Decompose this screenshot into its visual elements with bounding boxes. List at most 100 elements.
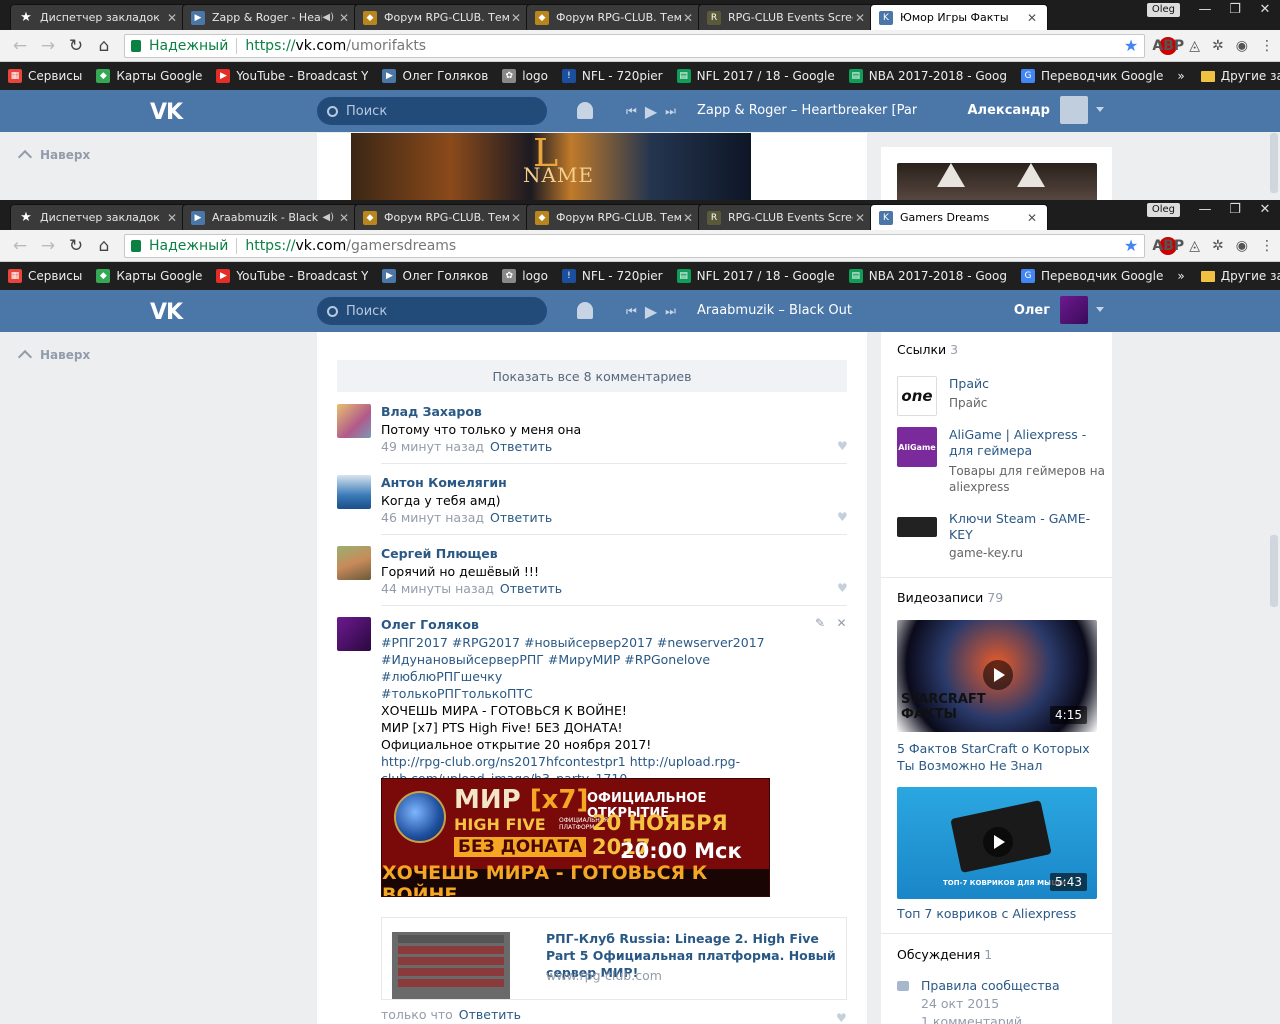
profile-badge[interactable]: Oleg xyxy=(1146,3,1180,17)
tab-zapp-roger[interactable]: ▶ Zapp & Roger - Hear ◀) ✕ xyxy=(182,4,360,30)
bookmark-star-icon[interactable]: ★ xyxy=(1124,36,1138,55)
reply-link[interactable]: Ответить xyxy=(490,510,552,525)
post-image-lineage[interactable]: L NAME xyxy=(351,133,751,200)
bookmark-services[interactable]: ▦ Сервисы xyxy=(8,69,82,83)
reply-link[interactable]: Ответить xyxy=(500,581,562,596)
avatar[interactable] xyxy=(337,404,371,438)
next-track-icon[interactable]: ⏭ xyxy=(665,104,676,119)
bookmark-nba-sheet[interactable]: ▤ NBA 2017-2018 - Goog xyxy=(848,269,1007,283)
bookmark-nfl-sheet[interactable]: ▤ NFL 2017 / 18 - Google xyxy=(676,69,835,83)
heart-icon[interactable]: ♥ xyxy=(836,1011,847,1024)
heart-icon[interactable]: ♥ xyxy=(837,440,848,452)
other-bookmarks[interactable]: Другие закладки xyxy=(1200,269,1280,283)
bookmark-nba-sheet[interactable]: ▤ NBA 2017-2018 - Goog xyxy=(848,69,1007,83)
bell-icon[interactable] xyxy=(577,302,593,319)
bookmark-translate[interactable]: G Переводчик Google xyxy=(1020,269,1163,283)
forward-arrow-icon[interactable]: → xyxy=(34,36,62,56)
back-to-top-link[interactable]: Наверх xyxy=(17,148,90,165)
reload-icon[interactable]: ↻ xyxy=(62,236,90,256)
close-tab-icon[interactable]: ✕ xyxy=(1025,11,1039,25)
bookmark-maps[interactable]: ◆ Карты Google xyxy=(96,269,202,283)
tab-umor-active[interactable]: K Юмор Игры Факты ✕ xyxy=(870,4,1048,30)
bookmark-logo[interactable]: ✿ logo xyxy=(502,269,548,283)
tab-rpg-forum-2[interactable]: ◆ Форум RPG-CLUB. Тема ✕ xyxy=(526,4,704,30)
avatar[interactable] xyxy=(337,546,371,580)
home-icon[interactable]: ⌂ xyxy=(90,236,118,256)
scrollbar-thumb[interactable] xyxy=(1270,133,1278,193)
forward-arrow-icon[interactable]: → xyxy=(34,236,62,256)
play-icon[interactable] xyxy=(983,660,1013,690)
comment-author[interactable]: Антон Комелягин xyxy=(381,475,507,490)
other-bookmarks[interactable]: Другие закладки xyxy=(1200,69,1280,83)
links-section-title[interactable]: Ссылки 3 xyxy=(897,342,958,357)
link-name[interactable]: Ключи Steam - GAME-KEY xyxy=(949,511,1109,543)
comment-author[interactable]: Сергей Плющев xyxy=(381,546,498,561)
tab-gamers-dreams-active[interactable]: K Gamers Dreams ✕ xyxy=(870,204,1048,230)
adblock-icon[interactable]: ABP xyxy=(1152,236,1184,255)
tab-araabmuzik[interactable]: ▶ Araabmuzik - Black C ◀) ✕ xyxy=(182,204,360,230)
video-thumbnail[interactable]: STARCRAFT ФАКТЫ 4:15 xyxy=(897,620,1097,732)
video-title[interactable]: Топ 7 ковриков с Aliexpress xyxy=(897,905,1097,922)
discussion-name[interactable]: Правила сообщества xyxy=(921,978,1060,993)
comment-author[interactable]: Олег Голяков xyxy=(381,617,479,632)
user-name[interactable]: Олег xyxy=(1014,303,1050,318)
avatar[interactable] xyxy=(337,617,371,651)
close-tab-icon[interactable]: ✕ xyxy=(853,11,867,25)
back-to-top-link[interactable]: Наверх xyxy=(17,348,90,365)
restore-icon[interactable]: ❐ xyxy=(1220,0,1250,22)
bookmark-nfl[interactable]: ! NFL - 720pier xyxy=(561,269,663,283)
bookmark-youtube[interactable]: ▶ YouTube - Broadcast Y xyxy=(216,69,368,83)
link-name[interactable]: AliGame | Aliexpress - для геймера xyxy=(949,427,1109,459)
reply-link[interactable]: Ответить xyxy=(459,1007,521,1022)
eye-icon[interactable]: ◉ xyxy=(1236,238,1248,254)
reply-link[interactable]: Ответить xyxy=(490,439,552,454)
home-icon[interactable]: ⌂ xyxy=(90,36,118,56)
chevron-down-icon[interactable] xyxy=(1096,107,1104,112)
post-banner-image[interactable]: МИР [x7] ОФИЦИАЛЬНОЕ ОТКРЫТИЕ HIGH FIVE … xyxy=(381,778,770,897)
user-name[interactable]: Александр xyxy=(968,103,1051,118)
tab-bookmark-manager[interactable]: ★ Диспетчер закладок ✕ xyxy=(10,204,188,230)
address-bar[interactable]: Надежный https://vk.com/umorifakts ★ xyxy=(124,33,1146,58)
hashtags-line[interactable]: #РПГ2017 #RPG2017 #новыйсервер2017 #news… xyxy=(381,634,821,651)
close-tab-icon[interactable]: ✕ xyxy=(681,211,695,225)
heart-icon[interactable]: ♥ xyxy=(837,511,848,523)
bookmark-nfl[interactable]: ! NFL - 720pier xyxy=(561,69,663,83)
discussions-section-title[interactable]: Обсуждения 1 xyxy=(897,947,992,962)
back-arrow-icon[interactable]: ← xyxy=(6,36,34,56)
bell-icon[interactable] xyxy=(577,102,593,119)
close-tab-icon[interactable]: ✕ xyxy=(509,11,523,25)
vk-search-input[interactable]: Поиск xyxy=(317,97,547,125)
side-link-item[interactable]: one Прайс Прайс xyxy=(897,376,1097,416)
side-cat-image[interactable] xyxy=(897,163,1097,200)
eye-icon[interactable]: ◉ xyxy=(1236,38,1248,54)
close-tab-icon[interactable]: ✕ xyxy=(853,211,867,225)
extension-gear-icon[interactable]: ✲ xyxy=(1212,238,1224,254)
now-playing-track[interactable]: Araabmuzik – Black Out xyxy=(697,303,917,318)
minimize-icon[interactable]: — xyxy=(1190,200,1220,222)
previous-track-icon[interactable]: ⏮ xyxy=(626,304,637,319)
play-icon[interactable]: ▶ xyxy=(645,302,657,321)
discussion-item[interactable]: Правила сообщества 24 окт 2015 1 коммент… xyxy=(897,978,1097,1024)
bookmark-maps[interactable]: ◆ Карты Google xyxy=(96,69,202,83)
close-tab-icon[interactable]: ✕ xyxy=(1025,211,1039,225)
show-all-comments-button[interactable]: Показать все 8 комментариев xyxy=(337,360,847,392)
chevron-down-icon[interactable] xyxy=(1096,307,1104,312)
extension-gear-icon[interactable]: ✲ xyxy=(1212,38,1224,54)
side-link-item[interactable]: Ключи Steam - GAME-KEY game-key.ru xyxy=(897,511,1097,561)
tab-rpg-forum-1[interactable]: ◆ Форум RPG-CLUB. Тема ✕ xyxy=(354,204,532,230)
close-tab-icon[interactable]: ✕ xyxy=(337,11,351,25)
bookmark-services[interactable]: ▦ Сервисы xyxy=(8,269,82,283)
videos-section-title[interactable]: Видеозаписи 79 xyxy=(897,590,1003,605)
avatar[interactable] xyxy=(1060,296,1088,324)
now-playing-track[interactable]: Zapp & Roger – Heartbreaker [Part I,... xyxy=(697,103,917,118)
tab-rpg-events[interactable]: R RPG-CLUB Events Scree ✕ xyxy=(698,4,876,30)
close-icon[interactable]: ✕ xyxy=(837,616,847,630)
comment-author[interactable]: Влад Захаров xyxy=(381,404,482,419)
video-thumbnail[interactable]: ТОП-7 КОВРИКОВ ДЛЯ МЫШИ 5:43 xyxy=(897,787,1097,899)
next-track-icon[interactable]: ⏭ xyxy=(665,304,676,319)
side-link-item[interactable]: AliGame AliGame | Aliexpress - для гейме… xyxy=(897,427,1105,497)
avatar[interactable] xyxy=(1060,96,1088,124)
menu-kebab-icon[interactable]: ⋮ xyxy=(1260,238,1274,254)
previous-track-icon[interactable]: ⏮ xyxy=(626,104,637,119)
menu-kebab-icon[interactable]: ⋮ xyxy=(1260,38,1274,54)
